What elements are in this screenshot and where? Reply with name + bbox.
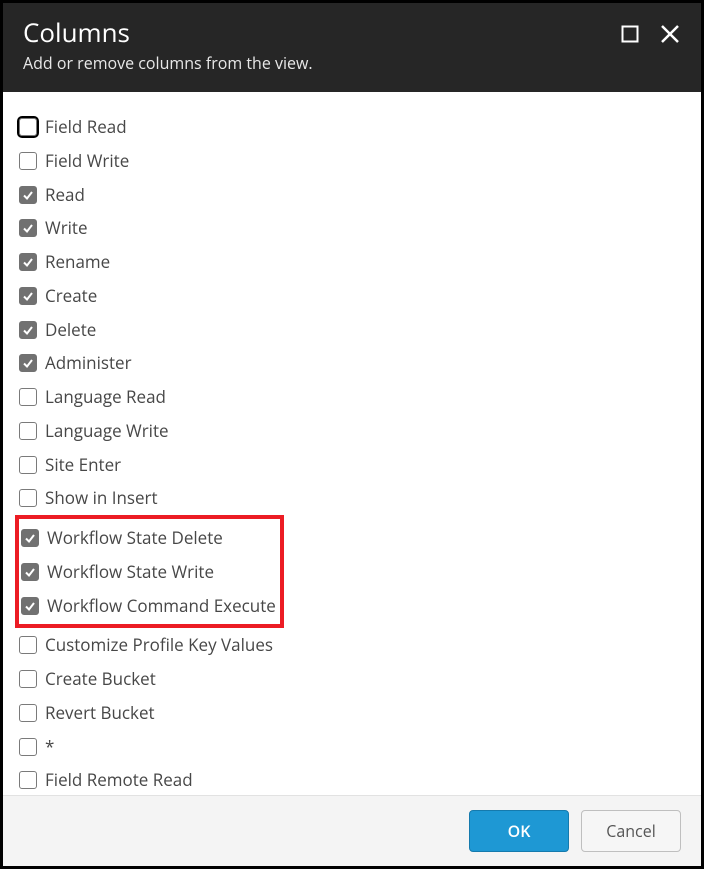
column-option[interactable]: Administer [19,346,685,380]
column-option[interactable]: Create Bucket [19,662,685,696]
option-label: Delete [45,315,96,345]
option-label: Read [45,180,85,210]
option-label: Site Enter [45,450,121,480]
check-icon [22,222,34,234]
checkbox[interactable] [19,321,37,339]
column-option[interactable]: Field Write [19,144,685,178]
column-option[interactable]: Rename [19,245,685,279]
dialog-header: Columns Add or remove columns from the v… [3,3,701,92]
dialog-body: Field Read Field Write ReadWrite Rename Crea… [3,92,701,795]
column-option[interactable]: Field Read [19,110,685,144]
column-option[interactable]: Revert Bucket [19,696,685,730]
check-icon [22,189,34,201]
column-option[interactable]: Show in Insert [19,481,685,515]
dialog-footer: OK Cancel [3,795,701,866]
maximize-icon [621,25,639,43]
ok-button[interactable]: OK [469,810,569,852]
close-icon [659,23,681,45]
option-label: Administer [45,348,132,378]
header-text: Columns Add or remove columns from the v… [23,17,313,74]
column-option[interactable]: Field Remote Read [19,763,685,795]
checkbox[interactable] [19,219,37,237]
checkbox[interactable] [19,771,37,789]
checkbox[interactable] [19,152,37,170]
column-option[interactable]: Language Read [19,380,685,414]
checkbox[interactable] [19,670,37,688]
checkbox[interactable] [19,186,37,204]
option-label: Workflow State Delete [47,523,223,553]
option-label: * [45,732,54,762]
check-icon [22,256,34,268]
dialog-title: Columns [23,17,313,48]
cancel-button[interactable]: Cancel [581,810,681,852]
column-option[interactable]: Workflow State Delete [21,521,276,555]
option-label: Revert Bucket [45,698,155,728]
checkbox[interactable] [21,597,39,615]
highlight-annotation: Workflow State Delete Workflow State Writ… [15,515,284,628]
check-icon [24,566,36,578]
check-icon [22,324,34,336]
column-option[interactable]: * [19,730,685,764]
option-label: Rename [45,247,110,277]
option-label: Field Remote Read [45,765,193,795]
checkbox[interactable] [19,287,37,305]
option-label: Workflow State Write [47,557,214,587]
checkbox[interactable] [19,388,37,406]
check-icon [24,532,36,544]
option-label: Create [45,281,97,311]
checkbox[interactable] [19,636,37,654]
close-button[interactable] [659,23,681,45]
check-icon [22,357,34,369]
column-option[interactable]: Read [19,178,685,212]
column-option[interactable]: Site Enter [19,448,685,482]
checkbox[interactable] [19,738,37,756]
option-label: Language Write [45,416,169,446]
checkbox[interactable] [19,704,37,722]
option-label: Create Bucket [45,664,156,694]
column-option[interactable]: Delete [19,313,685,347]
checkbox[interactable] [19,354,37,372]
check-icon [22,290,34,302]
column-option[interactable]: Workflow State Write [21,555,276,589]
column-option[interactable]: Customize Profile Key Values [19,628,685,662]
checkbox[interactable] [19,422,37,440]
option-label: Show in Insert [45,483,158,513]
option-label: Field Read [45,112,127,142]
checkbox[interactable] [19,118,37,136]
column-option[interactable]: Create [19,279,685,313]
checkbox[interactable] [21,563,39,581]
option-label: Customize Profile Key Values [45,630,273,660]
option-label: Field Write [45,146,129,176]
maximize-button[interactable] [621,25,639,43]
option-label: Language Read [45,382,166,412]
checkbox[interactable] [19,489,37,507]
checkbox[interactable] [21,529,39,547]
column-option[interactable]: Language Write [19,414,685,448]
check-icon [24,600,36,612]
dialog-subtitle: Add or remove columns from the view. [23,52,313,74]
option-label: Workflow Command Execute [47,591,276,621]
column-option[interactable]: Workflow Command Execute [21,589,276,623]
option-label: Write [45,213,88,243]
header-icons [621,17,681,45]
checkbox[interactable] [19,456,37,474]
checkbox[interactable] [19,253,37,271]
columns-dialog: Columns Add or remove columns from the v… [0,0,704,869]
column-option[interactable]: Write [19,211,685,245]
